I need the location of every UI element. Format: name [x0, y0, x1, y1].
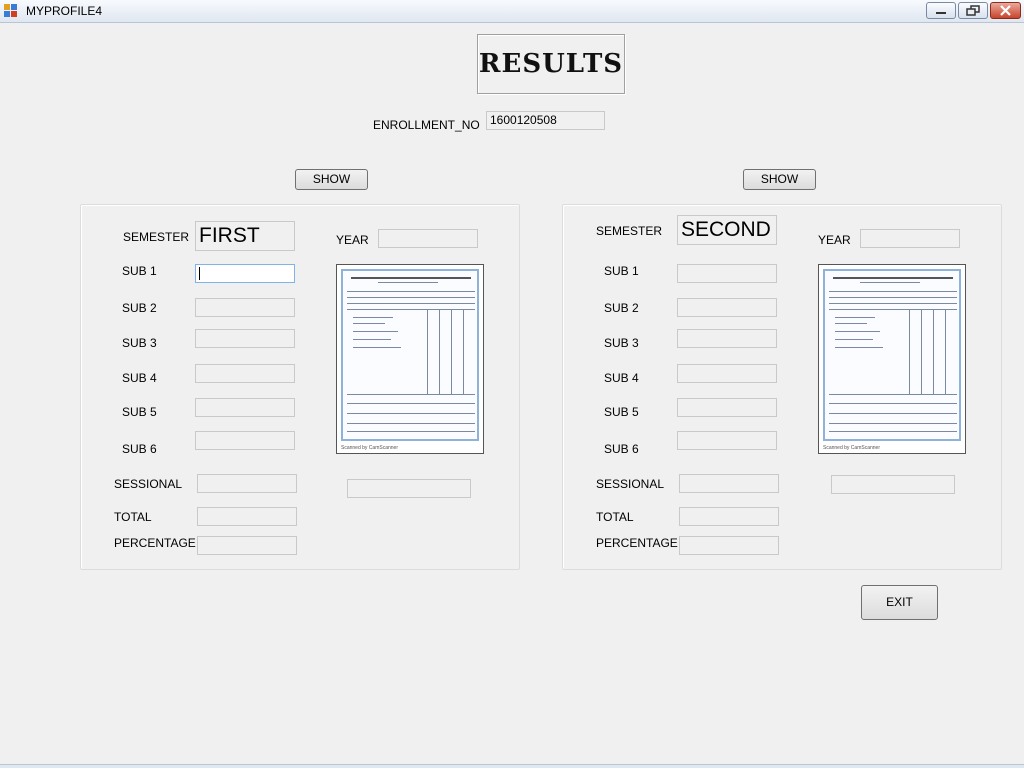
- sub4-label: SUB 4: [604, 371, 639, 385]
- sub3-label: SUB 3: [604, 336, 639, 350]
- marksheet-image: Scanned by CamScanner: [818, 264, 966, 454]
- sub6-label: SUB 6: [122, 442, 157, 456]
- page-title: RESULTS: [478, 49, 624, 79]
- sub3-field[interactable]: [195, 329, 295, 348]
- text-caret: [199, 267, 200, 280]
- enrollment-label: ENROLLMENT_NO: [373, 118, 480, 132]
- total-label: TOTAL: [114, 510, 152, 524]
- year-label: YEAR: [818, 233, 851, 247]
- enrollment-field[interactable]: 1600120508: [486, 111, 605, 130]
- result-field[interactable]: [831, 475, 955, 494]
- app-icon[interactable]: [4, 4, 18, 17]
- percentage-label: PERCENTAGE: [114, 536, 196, 550]
- year-field[interactable]: [378, 229, 478, 248]
- sub4-field[interactable]: [677, 364, 777, 383]
- restore-button[interactable]: [958, 2, 988, 19]
- total-field[interactable]: [679, 507, 779, 526]
- sub4-label: SUB 4: [122, 371, 157, 385]
- results-header-box: RESULTS: [477, 34, 625, 94]
- sub6-field[interactable]: [195, 431, 295, 450]
- minimize-icon: [936, 12, 946, 14]
- sub5-label: SUB 5: [122, 405, 157, 419]
- window-title: MYPROFILE4: [26, 4, 103, 18]
- close-button[interactable]: [990, 2, 1021, 19]
- sub5-label: SUB 5: [604, 405, 639, 419]
- semester-label: SEMESTER: [123, 230, 190, 244]
- sub2-label: SUB 2: [604, 301, 639, 315]
- sub3-field[interactable]: [677, 329, 777, 348]
- semester-field[interactable]: SECOND: [677, 215, 777, 245]
- semester-label: SEMESTER: [596, 224, 663, 238]
- sub2-label: SUB 2: [122, 301, 157, 315]
- sessional-field[interactable]: [679, 474, 779, 493]
- close-icon: [1000, 5, 1011, 16]
- sessional-field[interactable]: [197, 474, 297, 493]
- total-field[interactable]: [197, 507, 297, 526]
- percentage-field[interactable]: [679, 536, 779, 555]
- show-button-second[interactable]: SHOW: [743, 169, 816, 190]
- percentage-field[interactable]: [197, 536, 297, 555]
- result-field[interactable]: [347, 479, 471, 498]
- sub1-label: SUB 1: [122, 264, 157, 278]
- sub2-field[interactable]: [195, 298, 295, 317]
- sub1-field[interactable]: [195, 264, 295, 283]
- total-label: TOTAL: [596, 510, 634, 524]
- exit-button[interactable]: EXIT: [861, 585, 938, 620]
- sub5-field[interactable]: [677, 398, 777, 417]
- show-button-first[interactable]: SHOW: [295, 169, 368, 190]
- year-field[interactable]: [860, 229, 960, 248]
- window-titlebar[interactable]: MYPROFILE4: [0, 0, 1024, 23]
- sub3-label: SUB 3: [122, 336, 157, 350]
- restore-icon: [966, 5, 980, 16]
- sub2-field[interactable]: [677, 298, 777, 317]
- sub6-field[interactable]: [677, 431, 777, 450]
- minimize-button[interactable]: [926, 2, 956, 19]
- window-bottom-border: [0, 764, 1024, 768]
- year-label: YEAR: [336, 233, 369, 247]
- sub6-label: SUB 6: [604, 442, 639, 456]
- sessional-label: SESSIONAL: [596, 477, 665, 491]
- sessional-label: SESSIONAL: [114, 477, 183, 491]
- sub4-field[interactable]: [195, 364, 295, 383]
- sub5-field[interactable]: [195, 398, 295, 417]
- percentage-label: PERCENTAGE: [596, 536, 678, 550]
- sub1-field[interactable]: [677, 264, 777, 283]
- semester-field[interactable]: FIRST: [195, 221, 295, 251]
- sub1-label: SUB 1: [604, 264, 639, 278]
- marksheet-image: Scanned by CamScanner: [336, 264, 484, 454]
